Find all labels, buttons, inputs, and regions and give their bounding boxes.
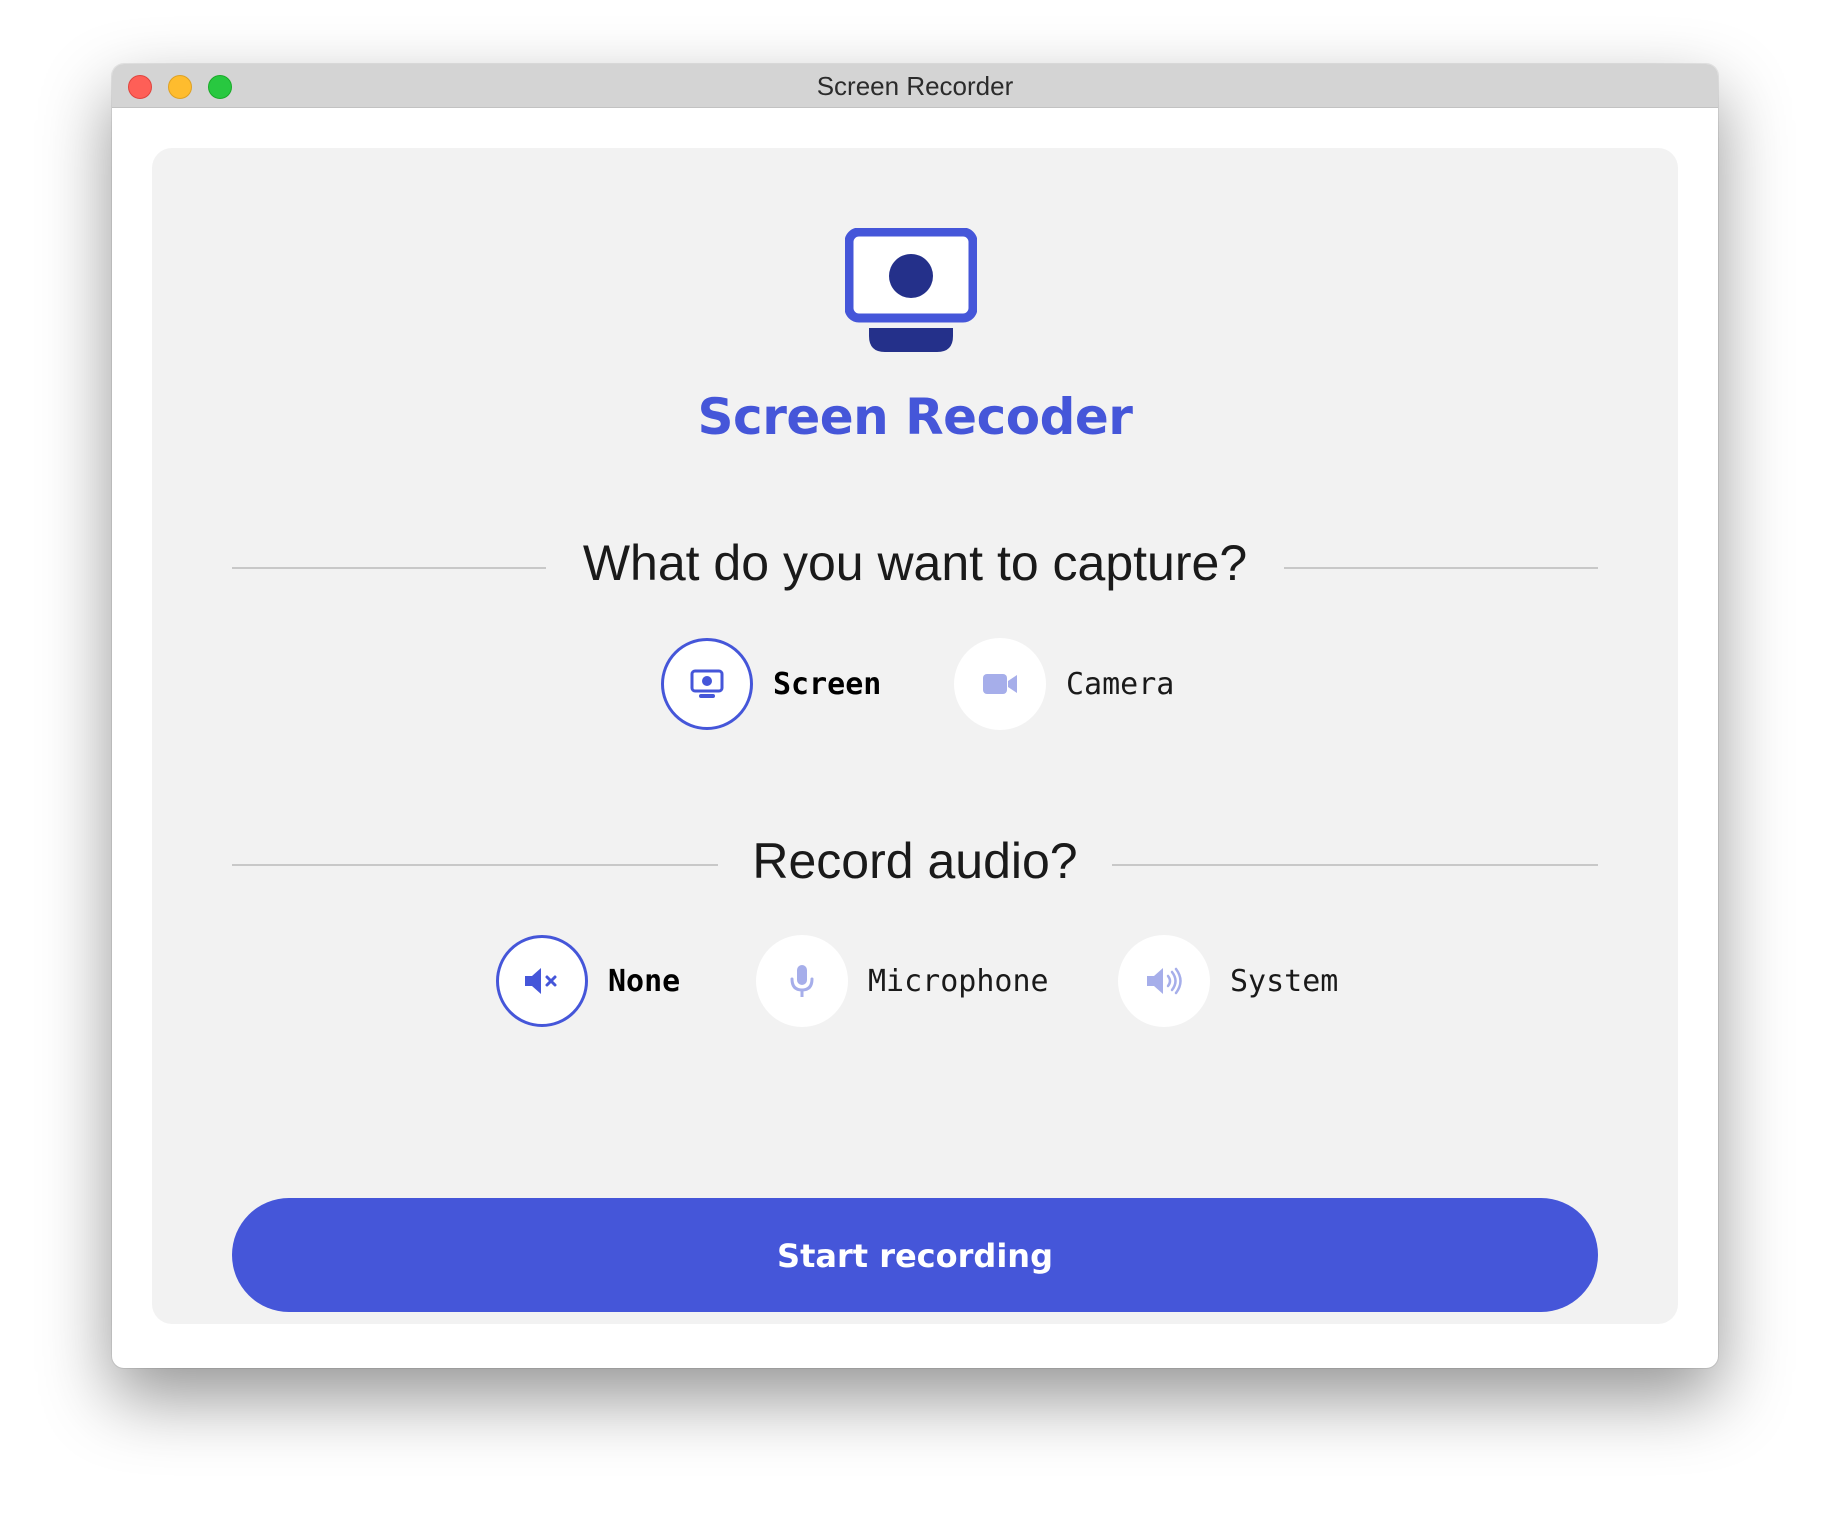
speaker-muted-icon: [525, 968, 557, 994]
screen-record-icon: [845, 228, 977, 352]
audio-option-microphone[interactable]: Microphone: [756, 935, 1049, 1027]
main-panel: Screen Recoder What do you want to captu…: [152, 148, 1678, 1324]
window-title: Screen Recorder: [816, 71, 1014, 101]
audio-option-system-circle: [1118, 935, 1210, 1027]
app-title: Screen Recoder: [697, 388, 1133, 446]
monitor-icon: [690, 669, 724, 698]
microphone-icon: [790, 965, 814, 997]
audio-option-none-circle: [496, 935, 588, 1027]
app-window: Screen Recorder Screen Recoder What do y…: [112, 64, 1718, 1368]
divider: [1112, 864, 1598, 866]
capture-option-camera-circle: [954, 638, 1046, 730]
audio-option-label: Microphone: [868, 963, 1049, 999]
speaker-volume-icon: [1147, 967, 1182, 995]
capture-option-camera[interactable]: Camera: [954, 638, 1174, 730]
title-bar: Screen Recorder: [112, 64, 1718, 108]
audio-option-none[interactable]: None: [496, 935, 680, 1027]
audio-heading: Record audio?: [752, 833, 1078, 889]
video-camera-icon: [983, 674, 1017, 694]
audio-option-label: System: [1230, 963, 1339, 999]
capture-option-label: Camera: [1066, 666, 1175, 702]
audio-option-microphone-circle: [756, 935, 848, 1027]
divider: [1284, 567, 1598, 569]
capture-option-label: Screen: [773, 666, 882, 702]
start-recording-button[interactable]: Start recording: [232, 1198, 1598, 1312]
audio-option-label: None: [608, 963, 681, 999]
capture-option-screen[interactable]: Screen: [661, 638, 881, 730]
capture-heading: What do you want to capture?: [582, 535, 1248, 591]
audio-option-system[interactable]: System: [1118, 935, 1338, 1027]
capture-option-screen-circle: [661, 638, 753, 730]
